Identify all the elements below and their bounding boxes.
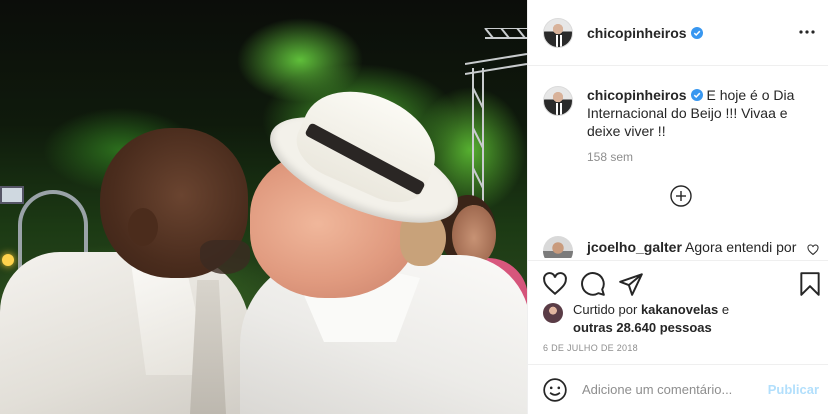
post-sidebar: chicopinheiros chicopinheiros E hoje é o… xyxy=(527,0,828,414)
post-date: 6 DE JULHO DE 2018 xyxy=(543,343,638,353)
likes-prefix: Curtido por xyxy=(573,302,638,317)
comment-input[interactable]: Adicione um comentário... xyxy=(582,382,768,397)
comment-icon[interactable] xyxy=(580,271,606,297)
post-photo[interactable] xyxy=(0,0,527,414)
heart-icon[interactable] xyxy=(542,271,568,297)
likes-others[interactable]: outras 28.640 pessoas xyxy=(573,320,712,335)
comment-heart-icon[interactable] xyxy=(807,244,819,256)
left-man-ear xyxy=(128,208,158,246)
more-options-icon[interactable] xyxy=(795,22,819,42)
action-icons xyxy=(542,271,644,297)
plus-circle-icon[interactable] xyxy=(670,185,692,207)
verified-badge-icon xyxy=(690,89,703,101)
verified-badge-icon xyxy=(690,26,703,39)
caption-avatar[interactable] xyxy=(543,86,573,116)
caption-row: chicopinheiros E hoje é o Dia Internacio… xyxy=(543,86,819,140)
comment-body: Agora entendi por xyxy=(685,239,797,255)
liker-username[interactable]: kakanovelas xyxy=(641,302,718,317)
paper-plane-icon[interactable] xyxy=(618,271,644,297)
actions-section: Curtido por kakanovelas e outras 28.640 … xyxy=(528,260,828,364)
commenter-avatar[interactable] xyxy=(543,236,573,258)
caption-text: chicopinheiros E hoje é o Dia Internacio… xyxy=(587,86,819,140)
likes-text: Curtido por kakanovelas e outras 28.640 … xyxy=(573,301,729,337)
bookmark-icon[interactable] xyxy=(797,271,823,297)
author-avatar[interactable] xyxy=(543,17,573,48)
left-man-beard xyxy=(200,240,250,274)
likes-connector: e xyxy=(721,302,730,317)
commenter-username[interactable]: jcoelho_galter xyxy=(587,239,682,255)
author-username[interactable]: chicopinheiros xyxy=(587,25,703,41)
post-header: chicopinheiros xyxy=(528,0,828,66)
comment-preview: jcoelho_galter Agora entendi por xyxy=(543,236,823,258)
post-comment-button[interactable]: Publicar xyxy=(768,382,819,397)
stage-light xyxy=(2,254,14,266)
liker-avatar[interactable] xyxy=(543,303,563,323)
post-time-ago[interactable]: 158 sem xyxy=(587,150,633,164)
emoji-icon[interactable] xyxy=(542,377,568,403)
add-comment-bar: Adicione um comentário... Publicar xyxy=(528,364,828,414)
likes-row: Curtido por kakanovelas e outras 28.640 … xyxy=(543,301,729,337)
comment-text: jcoelho_galter Agora entendi por xyxy=(587,238,796,256)
caption-username[interactable]: chicopinheiros xyxy=(587,87,687,103)
